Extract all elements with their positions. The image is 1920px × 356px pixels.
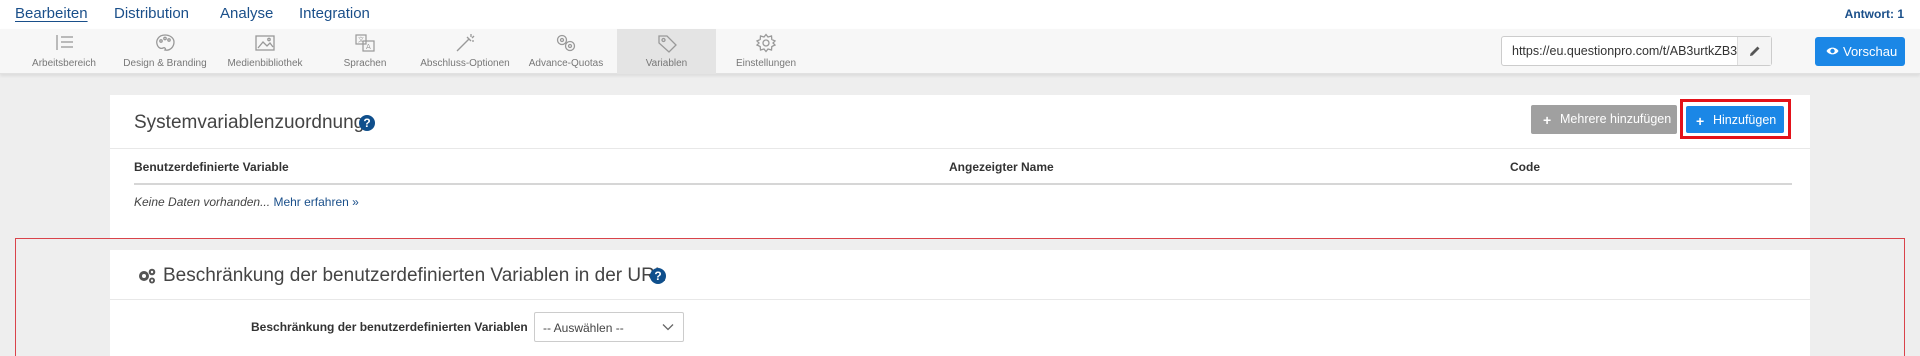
tool-label: Medienbibliothek (227, 58, 303, 69)
tool-label: Arbeitsbereich (32, 58, 96, 69)
tool-advance-quotas[interactable]: Advance-Quotas (518, 29, 614, 74)
tag-icon (656, 33, 678, 53)
tool-arbeitsbereich[interactable]: Arbeitsbereich (15, 29, 113, 74)
preview-button[interactable]: Vorschau (1815, 37, 1905, 66)
palette-icon (154, 33, 176, 53)
table-header-divider (134, 183, 1792, 185)
quota-icon (555, 33, 577, 53)
tab-distribution[interactable]: Distribution (114, 5, 189, 22)
chevron-down-icon (662, 324, 674, 331)
add-label: Hinzufügen (1713, 113, 1777, 127)
system-variables-panel: Systemvariablenzuordnung ? + Mehrere hin… (110, 95, 1810, 238)
tool-design-branding[interactable]: Design & Branding (115, 29, 215, 74)
eye-icon (1826, 47, 1839, 55)
svg-text:文: 文 (358, 36, 364, 44)
tool-medienbibliothek[interactable]: Medienbibliothek (215, 29, 315, 74)
translate-icon: 文A (354, 33, 376, 53)
tab-integration[interactable]: Integration (299, 5, 370, 22)
preview-label: Vorschau (1843, 44, 1898, 59)
add-multiple-button[interactable]: + Mehrere hinzufügen (1531, 105, 1677, 134)
edit-url-button[interactable] (1737, 37, 1771, 65)
add-button[interactable]: + Hinzufügen (1686, 106, 1784, 133)
restriction-select[interactable]: -- Auswählen -- (534, 312, 684, 342)
list-icon (53, 33, 75, 53)
survey-url[interactable]: https://eu.questionpro.com/t/AB3urtkZB3u… (1512, 44, 1737, 58)
divider (110, 299, 1810, 300)
panel-title: Systemvariablenzuordnung (134, 112, 365, 133)
image-icon (254, 33, 276, 53)
tool-label: Sprachen (343, 58, 387, 69)
panel-title: Beschränkung der benutzerdefinierten Var… (163, 265, 666, 286)
tab-analyse[interactable]: Analyse (220, 5, 273, 22)
empty-state: Keine Daten vorhanden... Mehr erfahren » (134, 195, 359, 209)
tool-label: Advance-Quotas (528, 58, 604, 69)
survey-url-field[interactable]: https://eu.questionpro.com/t/AB3urtkZB3u… (1501, 36, 1772, 66)
svg-text:A: A (366, 43, 371, 51)
column-header-display-name: Angezeigter Name (949, 160, 1054, 174)
editor-toolbar: Arbeitsbereich Design & Branding Medienb… (0, 29, 1920, 74)
help-icon[interactable]: ? (650, 268, 666, 284)
gear-icon (755, 33, 777, 53)
learn-more-link[interactable]: Mehr erfahren » (273, 195, 358, 209)
magic-wand-icon (454, 33, 476, 53)
help-icon[interactable]: ? (359, 115, 375, 131)
tool-label: Variablen (645, 58, 688, 69)
add-multiple-label: Mehrere hinzufügen (1560, 112, 1672, 126)
tab-bearbeiten[interactable]: Bearbeiten (15, 5, 88, 22)
tool-label: Design & Branding (123, 58, 207, 69)
empty-text: Keine Daten vorhanden... (134, 195, 271, 209)
restriction-field-label: Beschränkung der benutzerdefinierten Var… (251, 320, 528, 334)
tool-einstellungen[interactable]: Einstellungen (716, 29, 816, 74)
tool-sprachen[interactable]: 文A Sprachen (320, 29, 410, 74)
tool-label: Abschluss-Optionen (420, 58, 510, 69)
select-value: -- Auswählen -- (543, 321, 624, 335)
gears-icon (139, 268, 156, 284)
top-nav: Bearbeiten Distribution Analyse Integrat… (0, 0, 1920, 29)
pencil-icon (1750, 46, 1760, 56)
tool-variablen[interactable]: Variablen (617, 29, 716, 74)
column-header-code: Code (1510, 160, 1540, 174)
tool-abschluss-optionen[interactable]: Abschluss-Optionen (415, 29, 515, 74)
tool-label: Einstellungen (735, 58, 797, 69)
column-header-variable: Benutzerdefinierte Variable (134, 160, 289, 174)
plus-icon: + (1543, 112, 1552, 128)
divider (110, 148, 1810, 149)
url-restriction-panel: Beschränkung der benutzerdefinierten Var… (110, 250, 1810, 356)
plus-icon: + (1696, 113, 1705, 129)
answer-count: Antwort: 1 (1844, 7, 1904, 21)
